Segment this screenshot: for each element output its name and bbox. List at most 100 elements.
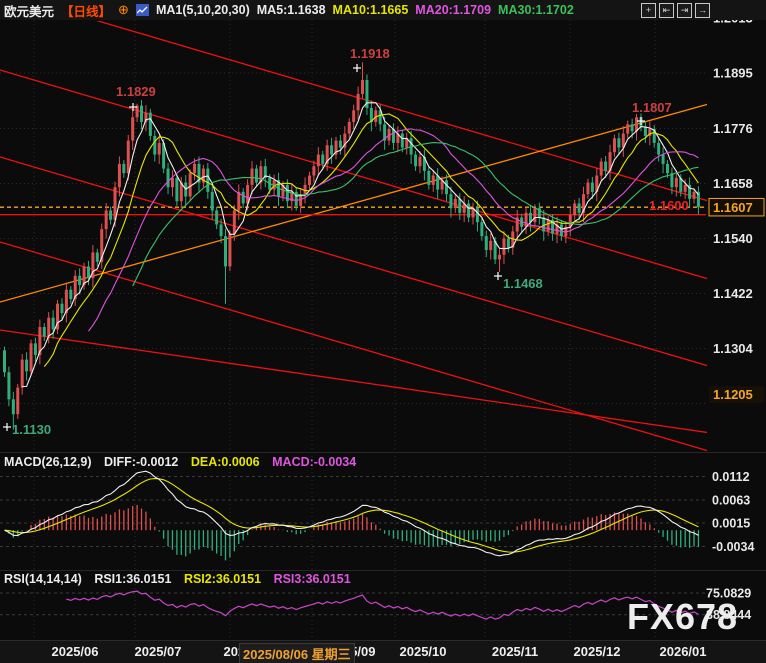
macd-panel (4, 470, 700, 561)
candle (316, 154, 320, 167)
candle (215, 210, 219, 225)
chart-application-window: 欧元美元 【日线】 ⊕ MA1(5,10,20,30) MA5:1.1638 M… (0, 0, 766, 663)
special-level-label: 1.1205 (713, 387, 753, 402)
candle (33, 343, 37, 355)
candle (414, 154, 418, 167)
price-annotation: 1.1807 (632, 100, 672, 115)
scale-left-icon[interactable]: ⇤ (659, 2, 674, 18)
candle (626, 124, 630, 134)
price-annotation: 1.1918 (350, 46, 390, 61)
add-indicator-icon[interactable]: ⊕ (118, 2, 129, 18)
candle (193, 163, 197, 174)
candle (445, 180, 448, 195)
candle (232, 210, 236, 234)
candle (3, 350, 6, 373)
rsi2-value: RSI2:36.0151 (183, 572, 262, 586)
candle (11, 399, 15, 415)
ma20-value: MA20:1.1709 (415, 3, 492, 17)
macd-diff-value: DIFF:-0.0012 (104, 455, 179, 469)
candle (219, 224, 223, 237)
month-label: 2026/01 (659, 644, 707, 659)
candle (7, 372, 11, 400)
move-chart-icon[interactable]: + (641, 2, 656, 18)
candle (506, 238, 510, 248)
candle (643, 126, 647, 136)
candle (498, 254, 502, 260)
chart-type-icon[interactable] (135, 4, 149, 16)
candle (206, 168, 210, 192)
scale-right-icon[interactable]: ⇥ (677, 2, 692, 18)
candle (590, 182, 594, 192)
candle (51, 317, 55, 330)
candle (109, 210, 113, 220)
rsi-header: RSI(14,14,14) RSI1:36.0151 RSI2:36.0151 … (4, 572, 360, 586)
candle (321, 154, 325, 164)
candle (657, 142, 661, 155)
macd-axis-label: 0.0063 (712, 493, 750, 507)
candle (20, 359, 24, 388)
candle (117, 163, 121, 188)
candle (303, 184, 307, 195)
macd-macd-value: MACD:-0.0034 (272, 455, 357, 469)
candle (140, 105, 144, 122)
month-label: 2025/12 (573, 644, 621, 659)
candle (546, 219, 550, 232)
diff-line (4, 470, 699, 557)
ma30-value: MA30:1.1702 (498, 3, 574, 17)
candle (153, 135, 157, 155)
chart-glyph (136, 6, 148, 13)
candle (241, 191, 245, 204)
candle (175, 177, 179, 202)
candle (157, 142, 161, 155)
candle (356, 93, 360, 111)
candle (131, 117, 135, 141)
trendline (0, 329, 707, 434)
candle (586, 182, 590, 195)
candle (612, 138, 616, 153)
candle (524, 212, 528, 227)
main-price-panel (0, 21, 707, 452)
candle (577, 203, 581, 213)
rsi-panel (66, 590, 699, 620)
candle (86, 266, 90, 279)
candle (630, 124, 634, 132)
candle (228, 233, 232, 267)
trendline (0, 241, 707, 452)
candle (25, 359, 29, 372)
rsi-line (66, 590, 699, 620)
ma10-value: MA10:1.1665 (332, 3, 409, 17)
candle (16, 387, 20, 415)
candle (475, 208, 479, 223)
fx678-watermark: FX678 (627, 596, 739, 637)
main-chart-canvas[interactable]: 1.18291.19181.18071.14681.11301.16001.20… (0, 0, 766, 663)
dea-line (4, 478, 699, 553)
candle (312, 166, 316, 176)
period-selector[interactable]: 【日线】 (61, 1, 111, 20)
price-axis-label: 1.1422 (713, 286, 753, 301)
price-annotation: 1.1130 (12, 422, 51, 437)
candle (347, 121, 351, 134)
candle (666, 163, 669, 174)
candle (683, 184, 687, 192)
candle (661, 154, 665, 164)
candle (599, 161, 603, 176)
candle (237, 191, 241, 211)
candle (122, 163, 126, 174)
candle (170, 177, 174, 188)
price-annotation: 1.1829 (116, 84, 156, 99)
price-axis-label: 1.1304 (713, 341, 754, 356)
month-label: 2025/11 (491, 644, 539, 659)
candle (674, 177, 678, 188)
price-axis-label: 1.1776 (713, 121, 753, 136)
candle (617, 138, 621, 148)
candle (489, 240, 493, 251)
candle (604, 161, 608, 171)
rsi1-value: RSI1:36.0151 (94, 572, 172, 586)
go-latest-icon[interactable]: → (695, 2, 710, 18)
macd-title: MACD(26,12,9) (4, 455, 92, 469)
candle (210, 191, 214, 211)
current-price-label: 1.1607 (713, 200, 753, 215)
ma5-line (22, 102, 699, 388)
candle (449, 194, 453, 209)
macd-axis-label: -0.0034 (712, 540, 754, 554)
